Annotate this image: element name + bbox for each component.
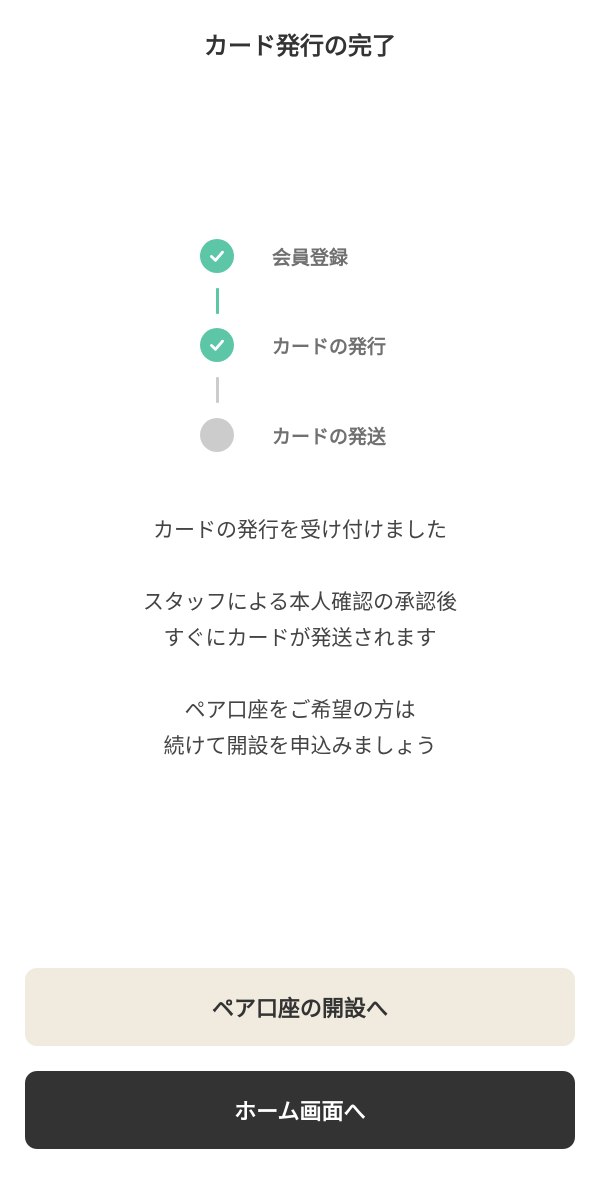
check-circle-icon [200,239,234,273]
message-line: 続けて開設を申込みましょう [163,734,437,758]
step-label: カードの発送 [272,425,387,448]
message-line: すぐにカードが発送されます [163,626,437,650]
progress-stepper: 会員登録 カードの発行 カードの発送 [200,236,500,456]
message-line: ペア口座をご希望の方は [184,698,416,722]
page-title: カード発行の完了 [204,32,396,60]
step-label: 会員登録 [272,246,349,269]
message-paragraph: スタッフによる本人確認の承認後 すぐにカードが発送されます [0,584,600,656]
step-connector [216,377,219,403]
step-connector [216,288,219,314]
message-paragraph: ペア口座をご希望の方は 続けて開設を申込みましょう [0,692,600,764]
step-card-issue: カードの発行 [200,327,386,363]
message-paragraph: カードの発行を受け付けました [0,512,600,548]
pending-circle-icon [200,418,234,452]
step-member-registration: 会員登録 [200,238,348,274]
step-card-shipping: カードの発送 [200,417,386,453]
completion-message: カードの発行を受け付けました スタッフによる本人確認の承認後 すぐにカードが発送… [0,512,600,764]
step-label: カードの発行 [272,335,387,358]
check-circle-icon [200,328,234,362]
open-pair-account-button[interactable]: ペア口座の開設へ [25,968,575,1046]
home-screen-button[interactable]: ホーム画面へ [25,1071,575,1149]
message-line: スタッフによる本人確認の承認後 [142,590,458,614]
message-line: カードの発行を受け付けました [153,518,447,542]
